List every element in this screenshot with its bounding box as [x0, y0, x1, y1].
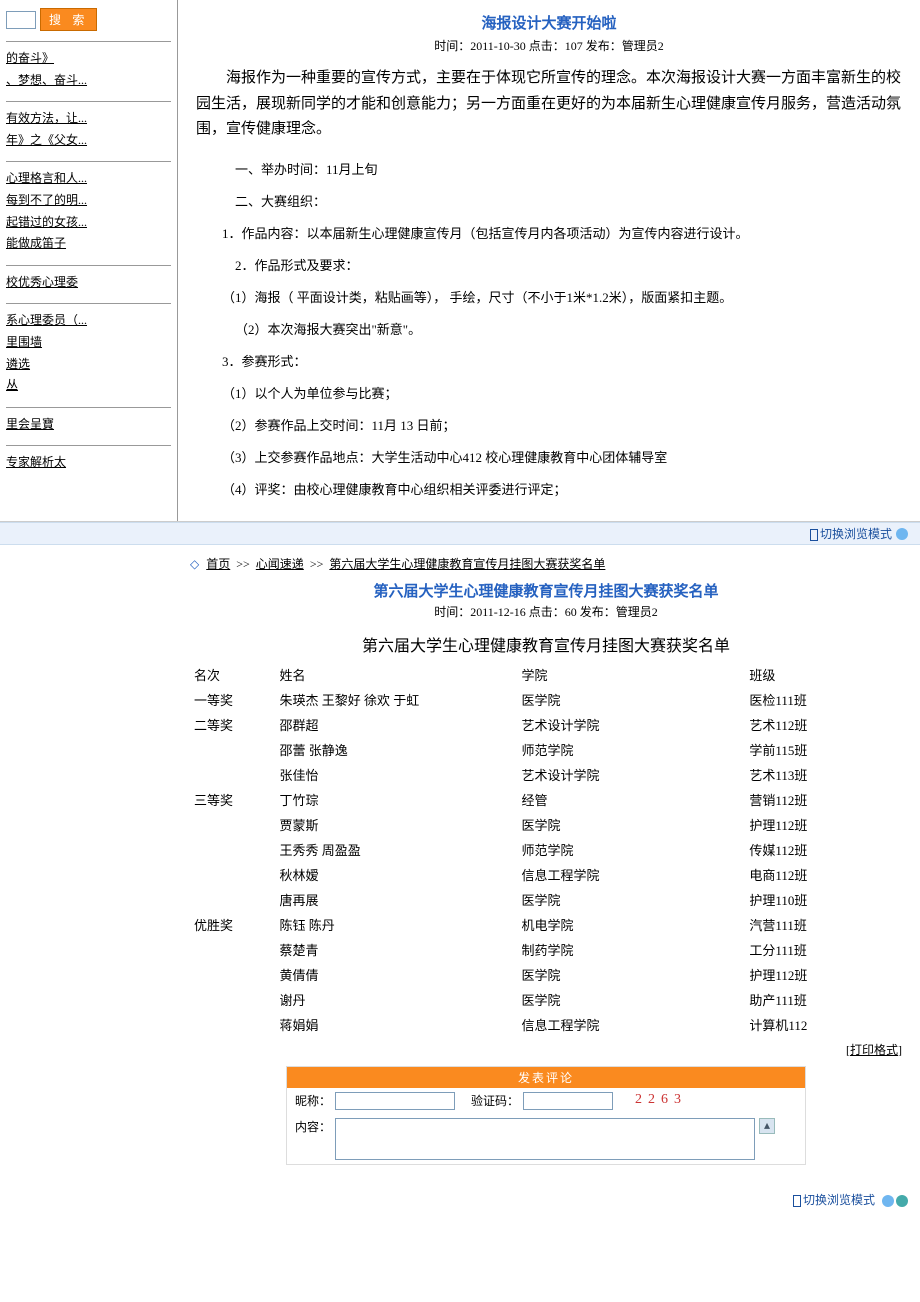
- side-link[interactable]: 年》之《父女...: [6, 130, 171, 152]
- side-link[interactable]: 能做成笛子: [6, 233, 171, 255]
- print-format-link[interactable]: [打印格式]: [846, 1043, 902, 1057]
- table-row: 谢丹医学院助产111班: [190, 987, 902, 1012]
- switch-view-bar[interactable]: 切换浏览模式: [0, 522, 920, 545]
- article2-title: 第六届大学生心理健康教育宣传月挂图大赛获奖名单: [190, 580, 902, 601]
- nick-input[interactable]: [335, 1092, 455, 1110]
- table-row: 一等奖朱瑛杰 王黎好 徐欢 于虹医学院医检111班: [190, 687, 902, 712]
- para: （1）海报（ 平面设计类，粘贴画等）， 手绘，尺寸（不小于1米*1.2米），版面…: [196, 285, 902, 311]
- search-button[interactable]: 搜 索: [40, 8, 97, 31]
- arrow-icon: ◇: [190, 557, 199, 571]
- comment-header: 发表评论: [287, 1067, 805, 1088]
- side-link[interactable]: 有效方法，让...: [6, 108, 171, 130]
- para: 二、大赛组织：: [196, 189, 902, 215]
- captcha-input[interactable]: [523, 1092, 613, 1110]
- nick-label: 昵称：: [295, 1092, 331, 1109]
- comment-box: 发表评论 昵称： 验证码： 2263 内容： ▴: [286, 1066, 806, 1165]
- article-title: 海报设计大赛开始啦: [196, 12, 902, 33]
- table-row: 蒋娟娟信息工程学院计算机112: [190, 1012, 902, 1037]
- side-link[interactable]: 校优秀心理委: [6, 272, 171, 294]
- globe-icon: [896, 528, 908, 540]
- crumb-home[interactable]: 首页: [206, 557, 230, 571]
- crumb-title[interactable]: 第六届大学生心理健康教育宣传月挂图大赛获奖名单: [329, 557, 605, 571]
- article2-heading: 第六届大学生心理健康教育宣传月挂图大赛获奖名单: [190, 632, 902, 656]
- winner-table: 名次 姓名 学院 班级 一等奖朱瑛杰 王黎好 徐欢 于虹医学院医检111班二等奖…: [190, 662, 902, 1037]
- globe-icon: [896, 1195, 908, 1207]
- table-row: 优胜奖陈钰 陈丹机电学院汽营111班: [190, 912, 902, 937]
- page-icon: [810, 529, 818, 541]
- search-input[interactable]: [6, 11, 36, 29]
- captcha-value: 2263: [635, 1092, 687, 1108]
- table-row: 三等奖丁竹琮经管营销112班: [190, 787, 902, 812]
- side-link[interactable]: 每到不了的明...: [6, 190, 171, 212]
- sidebar: 搜 索 的奋斗》 、梦想、奋斗... 有效方法，让... 年》之《父女... 心…: [0, 0, 178, 521]
- para: 一、举办时间：11月上旬: [196, 157, 902, 183]
- para: （2）参赛作品上交时间：11月 13 日前；: [196, 413, 902, 439]
- side-link[interactable]: 里围墙: [6, 332, 171, 354]
- side-link[interactable]: 起错过的女孩...: [6, 212, 171, 234]
- content-label: 内容：: [295, 1118, 331, 1135]
- para: 3．参赛形式：: [196, 349, 902, 375]
- article-main: 海报设计大赛开始啦 时间：2011-10-30 点击：107 发布：管理员2 海…: [178, 0, 920, 521]
- side-link[interactable]: 专家解析太: [6, 452, 171, 474]
- table-row: 黄倩倩医学院护理112班: [190, 962, 902, 987]
- table-row: 二等奖邵群超艺术设计学院艺术112班: [190, 712, 902, 737]
- para: （4）评奖：由校心理健康教育中心组织相关评委进行评定；: [196, 477, 902, 503]
- second-article: ◇ 首页 >> 心闻速递 >> 第六届大学生心理健康教育宣传月挂图大赛获奖名单 …: [0, 545, 920, 1179]
- page-icon: [793, 1195, 801, 1207]
- para: （3）上交参赛作品地点：大学生活动中心412 校心理健康教育中心团体辅导室: [196, 445, 902, 471]
- article-meta: 时间：2011-10-30 点击：107 发布：管理员2: [196, 37, 902, 54]
- breadcrumb: ◇ 首页 >> 心闻速递 >> 第六届大学生心理健康教育宣传月挂图大赛获奖名单: [190, 555, 902, 572]
- table-row: 张佳怡艺术设计学院艺术113班: [190, 762, 902, 787]
- para: （2）本次海报大赛突出"新意"。: [196, 317, 902, 343]
- side-link[interactable]: 系心理委员（...: [6, 310, 171, 332]
- table-row: 邵蕾 张静逸师范学院学前115班: [190, 737, 902, 762]
- table-row: 蔡楚青制药学院工分111班: [190, 937, 902, 962]
- scroll-up-icon[interactable]: ▴: [759, 1118, 775, 1134]
- table-row: 唐再展医学院护理110班: [190, 887, 902, 912]
- para: 2．作品形式及要求：: [196, 253, 902, 279]
- footer-switch-bar[interactable]: 切换浏览模式: [0, 1189, 920, 1210]
- table-row: 秋林嫒信息工程学院电商112班: [190, 862, 902, 887]
- table-row: 贾蒙斯医学院护理112班: [190, 812, 902, 837]
- side-link[interactable]: 遴选: [6, 354, 171, 376]
- content-textarea[interactable]: [335, 1118, 755, 1160]
- para: 1．作品内容：以本届新生心理健康宣传月（包括宣传月内各项活动）为宣传内容进行设计…: [196, 221, 902, 247]
- globe-icon: [882, 1195, 894, 1207]
- table-row: 名次 姓名 学院 班级: [190, 662, 902, 687]
- side-link[interactable]: 里会呈寶: [6, 414, 171, 436]
- side-link[interactable]: 、梦想、奋斗...: [6, 70, 171, 92]
- side-link[interactable]: 丛: [6, 375, 171, 397]
- side-link[interactable]: 心理格言和人...: [6, 168, 171, 190]
- side-link[interactable]: 的奋斗》: [6, 48, 171, 70]
- crumb-cat[interactable]: 心闻速递: [256, 557, 304, 571]
- table-row: 王秀秀 周盈盈师范学院传媒112班: [190, 837, 902, 862]
- article2-meta: 时间：2011-12-16 点击：60 发布：管理员2: [190, 603, 902, 620]
- captcha-label: 验证码：: [471, 1092, 519, 1109]
- intro-text: 海报作为一种重要的宣传方式，主要在于体现它所宣传的理念。本次海报设计大赛一方面丰…: [196, 66, 902, 143]
- para: （1）以个人为单位参与比赛；: [196, 381, 902, 407]
